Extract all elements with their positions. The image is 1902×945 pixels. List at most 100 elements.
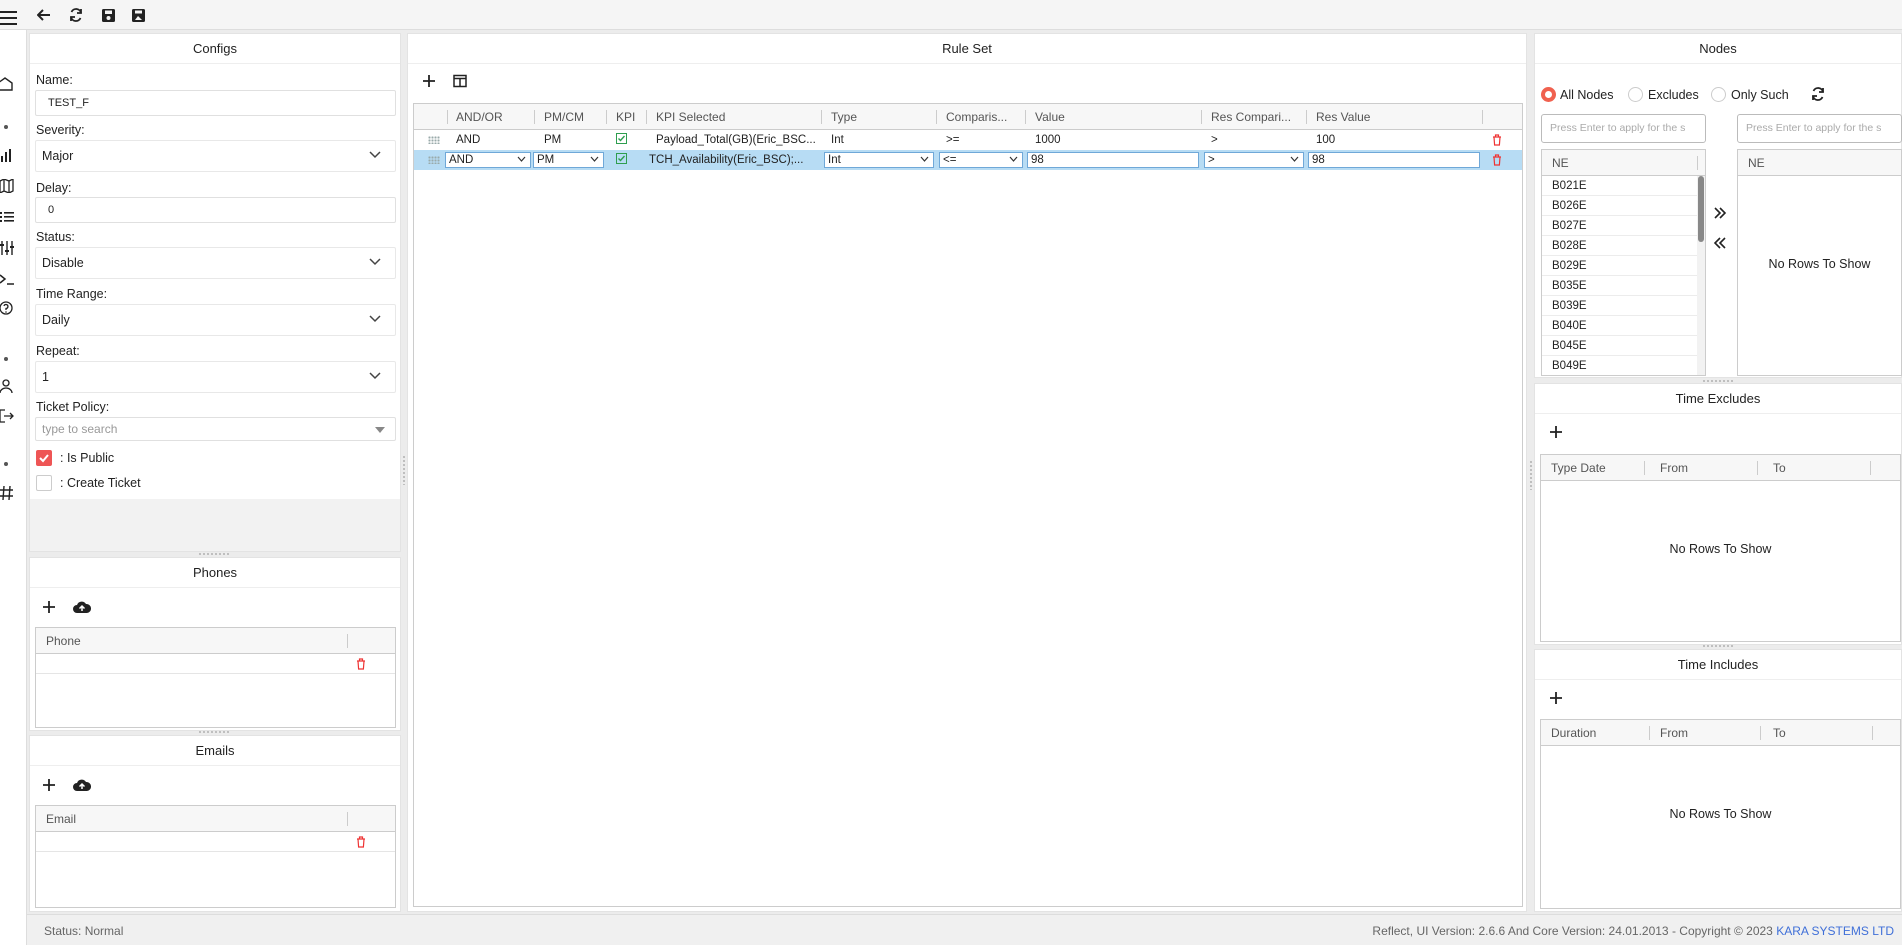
delay-input[interactable]: 0 bbox=[35, 197, 396, 223]
trash-icon[interactable] bbox=[1492, 154, 1502, 166]
phone-column-header: Phone bbox=[46, 634, 81, 648]
type-date-column-header: Type Date bbox=[1551, 461, 1606, 475]
comparison-column-header: Comparis... bbox=[946, 110, 1008, 124]
pm-cm-select[interactable]: PM bbox=[533, 152, 604, 168]
comparison-select[interactable]: <= bbox=[939, 152, 1023, 168]
nodes-title: Nodes bbox=[1535, 34, 1901, 64]
drag-handle-icon[interactable] bbox=[428, 136, 440, 144]
emails-grid: Email bbox=[35, 805, 396, 908]
ne-list-item[interactable]: B029E bbox=[1542, 256, 1698, 276]
time-range-select[interactable]: Daily bbox=[35, 304, 396, 336]
ticket-policy-input[interactable]: type to search bbox=[35, 417, 396, 441]
severity-select[interactable]: Major bbox=[35, 140, 396, 172]
ne-list-item[interactable]: B028E bbox=[1542, 236, 1698, 256]
trash-icon[interactable] bbox=[1492, 134, 1502, 146]
move-right-icon[interactable] bbox=[1713, 207, 1727, 219]
ne-list-item[interactable]: B026E bbox=[1542, 196, 1698, 216]
table-row[interactable] bbox=[36, 832, 395, 852]
ne-list-item[interactable]: B027E bbox=[1542, 216, 1698, 236]
time-includes-grid: Duration From To No Rows To Show bbox=[1540, 719, 1901, 909]
only-such-radio[interactable] bbox=[1711, 87, 1726, 102]
company-link[interactable]: KARA SYSTEMS LTD bbox=[1776, 924, 1894, 938]
sliders-icon[interactable] bbox=[0, 240, 14, 256]
kpi-selected-cell[interactable]: TCH_Availability(Eric_BSC);... bbox=[649, 154, 817, 166]
move-left-icon[interactable] bbox=[1713, 237, 1727, 249]
selected-nodes-filter-input[interactable]: Press Enter to apply for the s bbox=[1737, 114, 1902, 143]
res-value-input[interactable]: 98 bbox=[1308, 152, 1480, 168]
type-select[interactable]: Int bbox=[824, 152, 934, 168]
phones-grid: Phone bbox=[35, 627, 396, 728]
and-or-select[interactable]: AND bbox=[445, 152, 531, 168]
email-column-header: Email bbox=[46, 812, 77, 826]
create-ticket-checkbox[interactable] bbox=[36, 475, 52, 491]
logout-icon[interactable] bbox=[0, 408, 14, 424]
add-time-exclude-button[interactable] bbox=[1549, 425, 1565, 441]
user-icon[interactable] bbox=[0, 378, 14, 394]
scrollbar-track[interactable] bbox=[1697, 176, 1705, 375]
chart-icon[interactable] bbox=[0, 148, 14, 164]
kpi-check-icon[interactable] bbox=[616, 133, 627, 144]
menu-icon[interactable] bbox=[0, 7, 20, 29]
value-input[interactable]: 98 bbox=[1027, 152, 1199, 168]
list-icon[interactable] bbox=[0, 209, 14, 225]
column-separator bbox=[1201, 110, 1202, 124]
table-row[interactable]: AND PM Payload_Total(GB)(Eric_BSC... Int… bbox=[414, 130, 1522, 150]
hash-icon[interactable] bbox=[0, 485, 14, 501]
resize-handle[interactable] bbox=[402, 455, 406, 485]
repeat-select[interactable]: 1 bbox=[35, 361, 396, 393]
add-phone-button[interactable] bbox=[42, 600, 58, 616]
resize-handle[interactable] bbox=[1529, 460, 1533, 490]
resize-handle[interactable] bbox=[1702, 644, 1734, 648]
name-input[interactable]: TEST_F bbox=[35, 90, 396, 116]
trash-icon[interactable] bbox=[356, 658, 366, 670]
resize-handle[interactable] bbox=[198, 730, 230, 734]
and-or-value: AND bbox=[449, 154, 474, 166]
time-includes-header: Duration From To bbox=[1541, 720, 1900, 746]
name-label: Name: bbox=[36, 73, 73, 87]
emails-title: Emails bbox=[30, 736, 400, 766]
excludes-radio[interactable] bbox=[1628, 87, 1643, 102]
ne-list-item[interactable]: B035E bbox=[1542, 276, 1698, 296]
refresh-icon[interactable] bbox=[64, 4, 88, 26]
available-nodes-filter-input[interactable]: Press Enter to apply for the s bbox=[1541, 114, 1706, 143]
caret-down-icon[interactable] bbox=[375, 427, 385, 433]
back-arrow-icon[interactable] bbox=[32, 4, 56, 26]
time-excludes-grid: Type Date From To No Rows To Show bbox=[1540, 454, 1901, 642]
map-icon[interactable] bbox=[0, 178, 14, 194]
refresh-nodes-icon[interactable] bbox=[1811, 87, 1825, 101]
is-public-checkbox[interactable] bbox=[36, 450, 52, 466]
save-as-icon[interactable] bbox=[126, 4, 150, 26]
columns-toggle-icon[interactable] bbox=[453, 74, 469, 90]
res-comparison-select[interactable]: > bbox=[1204, 152, 1304, 168]
help-icon[interactable] bbox=[0, 300, 14, 316]
home-icon[interactable] bbox=[0, 76, 14, 92]
terminal-icon[interactable] bbox=[0, 271, 14, 287]
trash-icon[interactable] bbox=[356, 836, 366, 848]
drag-handle-icon[interactable] bbox=[428, 156, 440, 164]
add-email-button[interactable] bbox=[42, 778, 58, 794]
ne-list-item[interactable]: B039E bbox=[1542, 296, 1698, 316]
scrollbar-thumb[interactable] bbox=[1698, 176, 1704, 242]
time-excludes-panel: Time Excludes Type Date From To No Rows … bbox=[1534, 383, 1902, 645]
save-icon[interactable] bbox=[96, 4, 120, 26]
kpi-check-icon[interactable] bbox=[616, 153, 627, 164]
chevron-down-icon bbox=[369, 372, 381, 380]
type-cell: Int bbox=[831, 134, 844, 146]
status-select[interactable]: Disable bbox=[35, 247, 396, 279]
add-time-include-button[interactable] bbox=[1549, 691, 1565, 707]
chevron-down-icon bbox=[590, 156, 599, 162]
upload-phones-button[interactable] bbox=[73, 600, 93, 616]
ne-list-item[interactable]: B045E bbox=[1542, 336, 1698, 356]
ne-list-item[interactable]: B049E bbox=[1542, 356, 1698, 375]
upload-emails-button[interactable] bbox=[73, 778, 93, 794]
ne-list-item[interactable]: B021E bbox=[1542, 176, 1698, 196]
add-rule-button[interactable] bbox=[422, 74, 438, 90]
is-public-label: : Is Public bbox=[60, 451, 115, 465]
ne-list-item[interactable]: B040E bbox=[1542, 316, 1698, 336]
table-row-selected[interactable]: AND PM TCH_Availability(Eric_BSC);... In… bbox=[414, 150, 1522, 170]
all-nodes-radio[interactable] bbox=[1541, 87, 1556, 102]
available-nodes-header: NE bbox=[1542, 150, 1705, 176]
time-excludes-header: Type Date From To bbox=[1541, 455, 1900, 481]
table-row[interactable] bbox=[36, 654, 395, 674]
resize-handle[interactable] bbox=[198, 552, 230, 556]
